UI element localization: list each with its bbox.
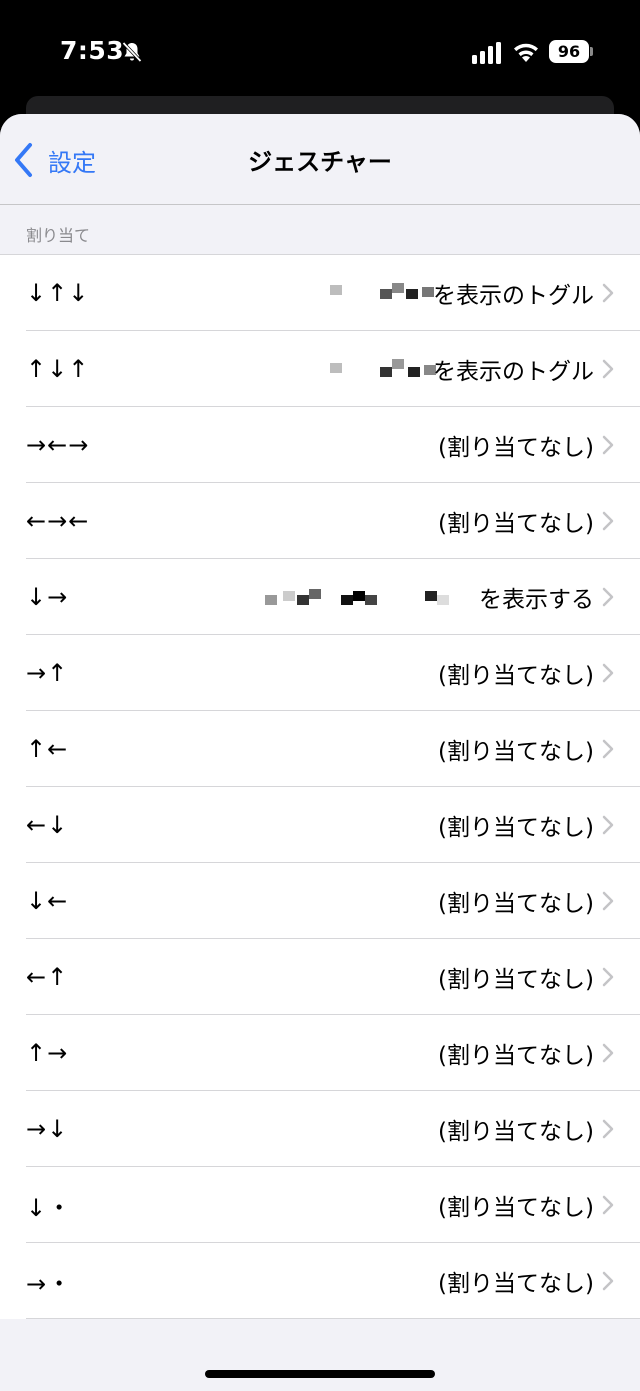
gesture-action: (割り当てなし) <box>438 739 594 765</box>
gesture-label: ↑↓↑ <box>26 355 90 383</box>
gesture-label: →←→ <box>26 431 90 459</box>
gesture-action: (割り当てなし) <box>438 1043 594 1069</box>
gesture-row[interactable]: →←→ (割り当てなし) <box>0 407 640 483</box>
chevron-right-icon <box>602 891 614 911</box>
gesture-row[interactable]: ↓↑↓ を表示のトグル <box>0 255 640 331</box>
gesture-action: (割り当てなし) <box>438 663 594 689</box>
gesture-row[interactable]: ↓・ (割り当てなし) <box>0 1167 640 1243</box>
gesture-action: (割り当てなし) <box>438 1195 594 1221</box>
gesture-label: ←↓ <box>26 811 69 839</box>
gesture-action: (割り当てなし) <box>438 435 594 461</box>
gesture-row[interactable]: ←↑ (割り当てなし) <box>0 939 640 1015</box>
navigation-bar: 設定 ジェスチャー <box>0 114 640 205</box>
gesture-label: ↑← <box>26 735 69 763</box>
redacted-text <box>330 359 440 377</box>
section-header: 割り当て <box>26 226 91 245</box>
gesture-label: ←↑ <box>26 963 69 991</box>
page-title: ジェスチャー <box>248 148 392 176</box>
redacted-text <box>265 589 475 607</box>
wifi-icon <box>514 43 538 62</box>
gesture-action: (割り当てなし) <box>438 967 594 993</box>
gesture-label: →↑ <box>26 659 69 687</box>
gesture-action: を表示する <box>479 587 594 613</box>
cellular-signal-icon <box>472 42 501 64</box>
chevron-right-icon <box>602 1043 614 1063</box>
gesture-action: (割り当てなし) <box>438 815 594 841</box>
gesture-action: (割り当てなし) <box>438 1119 594 1145</box>
gesture-label: →・ <box>26 1269 73 1298</box>
chevron-right-icon <box>602 663 614 683</box>
gesture-row[interactable]: ↓← (割り当てなし) <box>0 863 640 939</box>
chevron-right-icon <box>602 283 614 303</box>
chevron-right-icon <box>602 815 614 835</box>
chevron-right-icon <box>602 587 614 607</box>
gesture-action: を表示のトグル <box>433 359 594 385</box>
chevron-right-icon <box>602 967 614 987</box>
redacted-text <box>330 283 440 301</box>
gesture-label: ↑→ <box>26 1039 69 1067</box>
battery-tip <box>590 47 593 56</box>
gesture-row[interactable]: ↑→ (割り当てなし) <box>0 1015 640 1091</box>
gesture-label: ↓→ <box>26 583 69 611</box>
gesture-row[interactable]: →↑ (割り当てなし) <box>0 635 640 711</box>
gesture-action: (割り当てなし) <box>438 891 594 917</box>
gesture-label: ↓← <box>26 887 69 915</box>
chevron-right-icon <box>602 1119 614 1139</box>
gesture-row[interactable]: ↓→ を表示する <box>0 559 640 635</box>
chevron-right-icon <box>602 435 614 455</box>
gesture-label: →↓ <box>26 1115 69 1143</box>
gesture-row[interactable]: →↓ (割り当てなし) <box>0 1091 640 1167</box>
home-indicator[interactable] <box>205 1370 435 1378</box>
gesture-action: (割り当てなし) <box>438 1271 594 1297</box>
gesture-label: ←→← <box>26 507 90 535</box>
gesture-row[interactable]: ←→← (割り当てなし) <box>0 483 640 559</box>
chevron-right-icon <box>602 1271 614 1291</box>
gesture-row[interactable]: ←↓ (割り当てなし) <box>0 787 640 863</box>
chevron-right-icon <box>602 359 614 379</box>
gesture-label: ↓・ <box>26 1193 73 1222</box>
gesture-label: ↓↑↓ <box>26 279 90 307</box>
chevron-right-icon <box>602 511 614 531</box>
gesture-list: ↓↑↓ を表示のトグル ↑↓↑ を表示のトグル →←→ (割り当てなし) ←→←… <box>0 254 640 1319</box>
chevron-right-icon <box>602 739 614 759</box>
bell-slash-icon <box>122 41 142 63</box>
chevron-right-icon <box>602 1195 614 1215</box>
gesture-row[interactable]: →・ (割り当てなし) <box>0 1243 640 1319</box>
gesture-action: を表示のトグル <box>433 283 594 309</box>
settings-sheet: 設定 ジェスチャー 割り当て ↓↑↓ を表示のトグル ↑↓↑ を表示のトグル →… <box>0 114 640 1391</box>
status-bar: 7:53 96 <box>0 0 640 104</box>
gesture-action: (割り当てなし) <box>438 511 594 537</box>
battery-icon: 96 <box>549 40 589 63</box>
gesture-row[interactable]: ↑← (割り当てなし) <box>0 711 640 787</box>
status-time: 7:53 <box>60 36 125 65</box>
gesture-row[interactable]: ↑↓↑ を表示のトグル <box>0 331 640 407</box>
